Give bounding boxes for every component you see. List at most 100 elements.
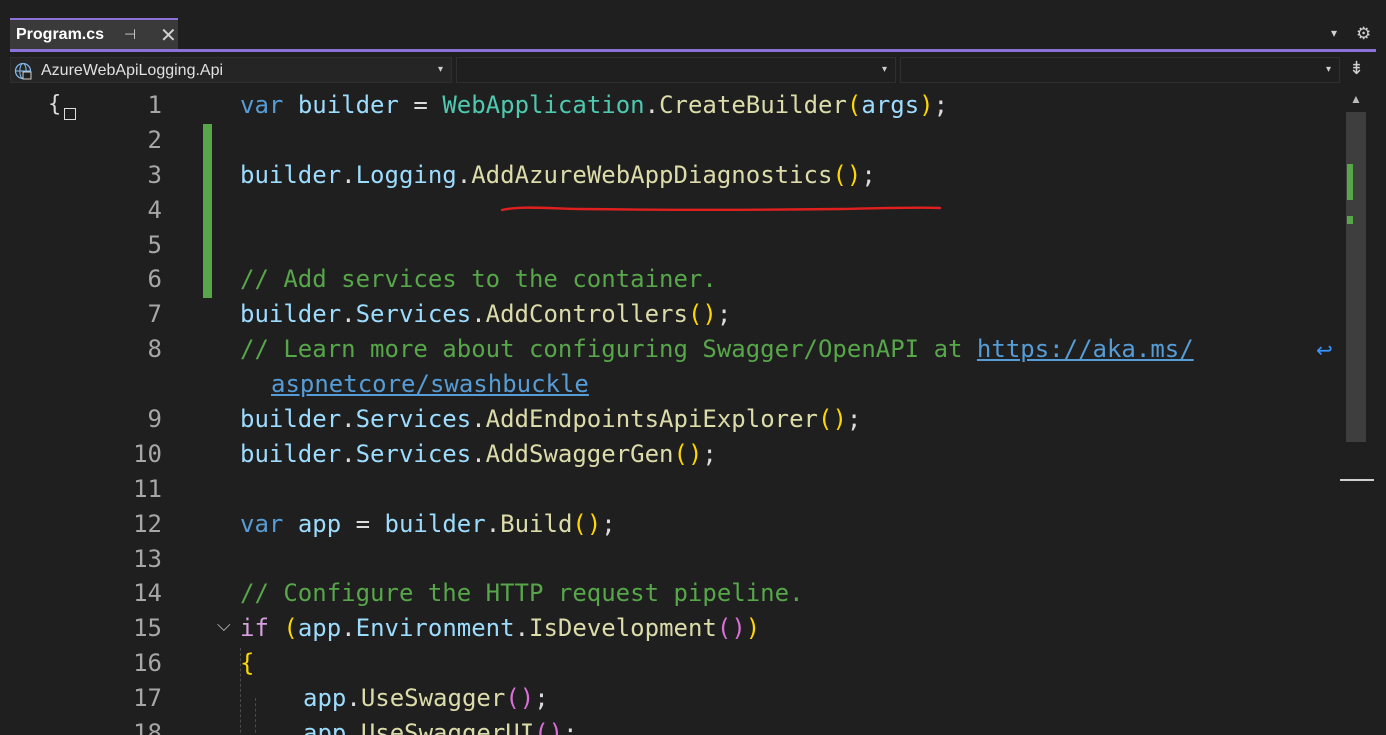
line-number: 10 xyxy=(133,440,162,468)
operator: = xyxy=(398,91,443,119)
red-underline-annotation xyxy=(500,206,942,212)
code-line[interactable]: 14 // Configure the HTTP request pipelin… xyxy=(10,576,1340,611)
operator: = xyxy=(341,510,385,538)
collapse-chevron-icon[interactable]: ⌵ xyxy=(217,615,231,636)
punctuation: . xyxy=(346,684,361,712)
code-line[interactable]: 15 ⌵ if (app.Environment.IsDevelopment()… xyxy=(10,611,1340,646)
scrollbar-thumb[interactable] xyxy=(1346,112,1366,442)
code-line[interactable]: 10 builder.Services.AddSwaggerGen(); xyxy=(10,437,1340,472)
code-line[interactable]: 7 builder.Services.AddControllers(); xyxy=(10,297,1340,332)
navigation-bar: AzureWebApiLogging.Api ▾ ▾ ▾ ⇟ xyxy=(0,52,1386,88)
line-number: 14 xyxy=(133,579,162,607)
line-number: 8 xyxy=(147,335,162,363)
property: Services xyxy=(355,440,472,468)
property: Environment xyxy=(355,614,515,642)
vertical-scrollbar[interactable]: ▲ xyxy=(1340,88,1376,735)
semicolon: ; xyxy=(861,161,876,189)
method-name: IsDevelopment xyxy=(529,614,717,642)
identifier: builder xyxy=(240,405,342,433)
punctuation: . xyxy=(341,405,356,433)
line-number: 18 xyxy=(133,719,162,735)
close-tab-icon[interactable]: ✕ xyxy=(160,23,177,48)
scroll-up-arrow-icon[interactable]: ▲ xyxy=(1350,92,1362,106)
line-number: 13 xyxy=(133,545,162,573)
split-window-icon[interactable]: ⇟ xyxy=(1349,58,1364,79)
line-number: 4 xyxy=(147,196,162,224)
code-line[interactable]: 3 builder.Logging.AddAzureWebAppDiagnost… xyxy=(10,158,1340,193)
paren: () xyxy=(505,684,535,712)
comment-link[interactable]: https://aka.ms/ xyxy=(977,335,1194,363)
code-line[interactable]: 18 app.UseSwaggerUI(); xyxy=(10,716,1340,735)
chevron-down-icon: ▾ xyxy=(881,64,887,75)
code-text: app.UseSwaggerUI(); xyxy=(303,716,578,735)
comment: // Add services to the container. xyxy=(240,265,717,293)
code-line[interactable]: 12 var app = builder.Build(); xyxy=(10,507,1340,542)
punctuation: . xyxy=(471,405,486,433)
line-number: 1 xyxy=(147,91,162,119)
code-line[interactable]: 16 { xyxy=(10,646,1340,681)
property: Services xyxy=(355,300,472,328)
code-line[interactable]: 5 xyxy=(10,228,1340,263)
identifier: app xyxy=(303,684,347,712)
project-dropdown[interactable]: AzureWebApiLogging.Api ▾ xyxy=(10,57,452,83)
semicolon: ; xyxy=(716,300,732,328)
comment: // Configure the HTTP request pipeline. xyxy=(240,579,804,607)
code-text: app.UseSwagger(); xyxy=(303,681,549,716)
comment-link[interactable]: aspnetcore/swashbuckle xyxy=(271,370,589,398)
semicolon: ; xyxy=(601,510,616,538)
paren: ) xyxy=(919,91,934,119)
method-name: UseSwagger xyxy=(360,684,506,712)
identifier: app xyxy=(297,614,342,642)
keyword: var xyxy=(240,510,284,538)
code-line[interactable]: 2 xyxy=(10,123,1340,158)
punctuation: . xyxy=(341,440,356,468)
punctuation: . xyxy=(341,300,356,328)
change-marker xyxy=(1347,164,1353,200)
code-text: // Learn more about configuring Swagger/… xyxy=(240,332,1194,367)
punctuation: . xyxy=(514,614,530,642)
code-line-wrapped[interactable]: aspnetcore/swashbuckle xyxy=(10,367,1340,402)
code-line[interactable]: 11 xyxy=(10,472,1340,507)
code-text: builder.Logging.AddAzureWebAppDiagnostic… xyxy=(240,158,876,193)
paren: () xyxy=(832,161,862,189)
code-line[interactable]: 6 // Add services to the container. xyxy=(10,262,1340,297)
type-dropdown[interactable]: ▾ xyxy=(456,57,896,83)
code-text: builder.Services.AddSwaggerGen(); xyxy=(240,437,717,472)
code-line[interactable]: 8 // Learn more about configuring Swagge… xyxy=(10,332,1340,367)
change-marker xyxy=(1347,216,1353,224)
code-editor[interactable]: { 1 var builder = WebApplication.CreateB… xyxy=(10,88,1340,735)
punctuation: . xyxy=(471,300,486,328)
line-number: 3 xyxy=(147,161,162,189)
tab-list-dropdown-icon[interactable]: ▾ xyxy=(1331,26,1337,40)
project-dropdown-label: AzureWebApiLogging.Api xyxy=(41,62,224,79)
word-wrap-icon: ↩ xyxy=(1316,340,1333,362)
method-name: AddEndpointsApiExplorer xyxy=(485,405,818,433)
property: Services xyxy=(355,405,472,433)
code-line[interactable]: 9 builder.Services.AddEndpointsApiExplor… xyxy=(10,402,1340,437)
code-line[interactable]: 13 xyxy=(10,542,1340,577)
line-number: 7 xyxy=(147,300,162,328)
code-line[interactable]: 17 app.UseSwagger(); xyxy=(10,681,1340,716)
code-line[interactable]: 1 var builder = WebApplication.CreateBui… xyxy=(10,88,1340,123)
brace: { xyxy=(240,649,255,677)
punctuation: . xyxy=(346,719,361,735)
tab-program-cs[interactable]: Program.cs ⊣ ✕ xyxy=(10,18,178,50)
pin-tab-icon[interactable]: ⊣ xyxy=(124,26,136,43)
line-number: 17 xyxy=(133,684,162,712)
method-name: Build xyxy=(500,510,573,538)
identifier: app xyxy=(297,510,342,538)
property: Logging xyxy=(355,161,457,189)
identifier: builder xyxy=(297,91,399,119)
line-number: 9 xyxy=(147,405,162,433)
paren: () xyxy=(687,300,717,328)
chevron-down-icon: ▾ xyxy=(437,64,443,75)
code-text: builder.Services.AddControllers(); xyxy=(240,297,731,332)
code-text: builder.Services.AddEndpointsApiExplorer… xyxy=(240,402,861,437)
method-name: UseSwaggerUI xyxy=(360,719,535,735)
punctuation: . xyxy=(471,440,486,468)
paren: ) xyxy=(745,614,761,642)
member-dropdown[interactable]: ▾ xyxy=(900,57,1340,83)
paren: ( xyxy=(268,614,298,642)
line-number: 5 xyxy=(147,231,162,259)
gear-icon[interactable]: ⚙ xyxy=(1356,24,1371,44)
